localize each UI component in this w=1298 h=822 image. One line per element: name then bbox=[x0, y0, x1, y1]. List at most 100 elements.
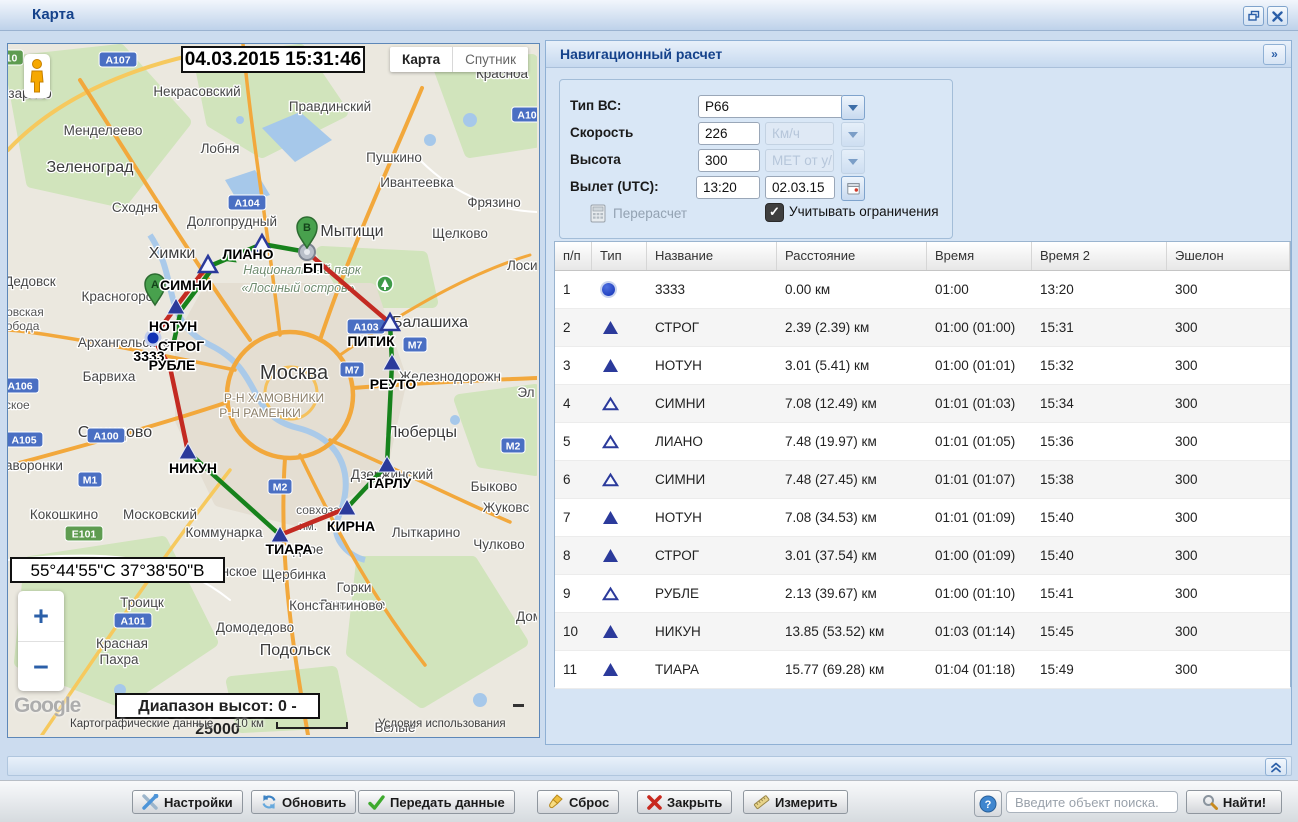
window-title: Карта bbox=[32, 0, 74, 30]
svg-text:Горки: Горки bbox=[337, 580, 372, 595]
aircraft-type-dropdown-icon[interactable] bbox=[841, 95, 865, 120]
svg-text:РУБЛЕ: РУБЛЕ bbox=[149, 357, 196, 373]
svg-text:Эл: Эл bbox=[517, 385, 534, 400]
column-header-0[interactable]: п/п bbox=[555, 242, 592, 270]
table-row[interactable]: 2СТРОГ2.39 (2.39) км01:00 (01:00)15:3130… bbox=[555, 309, 1290, 347]
measure-button[interactable]: Измерить bbox=[743, 790, 848, 814]
table-row[interactable]: 4СИМНИ7.08 (12.49) км01:01 (01:03)15:343… bbox=[555, 385, 1290, 423]
svg-text:М2: М2 bbox=[273, 482, 288, 494]
search-input[interactable] bbox=[1006, 791, 1178, 813]
close-icon[interactable] bbox=[1267, 6, 1288, 26]
svg-text:ТИАРА: ТИАРА bbox=[266, 541, 313, 557]
svg-text:аловская: аловская bbox=[8, 305, 44, 319]
table-row[interactable]: 8СТРОГ3.01 (37.54) км01:00 (01:09)15:403… bbox=[555, 537, 1290, 575]
svg-text:А106: А106 bbox=[8, 381, 33, 393]
speed-label: Скорость bbox=[570, 125, 633, 140]
help-button[interactable]: ? bbox=[974, 790, 1002, 817]
map-type-satellite-button[interactable]: Спутник bbox=[453, 47, 528, 72]
table-row[interactable]: 133330.00 км01:0013:20300 bbox=[555, 271, 1290, 309]
column-header-3[interactable]: Расстояние bbox=[777, 242, 927, 270]
svg-text:ЛИАНО: ЛИАНО bbox=[223, 246, 274, 262]
speed-input[interactable]: 226 bbox=[698, 122, 760, 145]
svg-text:Жуковс: Жуковс bbox=[483, 500, 530, 515]
settings-button[interactable]: Настройки bbox=[132, 790, 243, 814]
map-scale-label: 10 км bbox=[235, 718, 264, 730]
column-header-4[interactable]: Время bbox=[927, 242, 1032, 270]
table-row[interactable]: 7НОТУН7.08 (34.53) км01:01 (01:09)15:403… bbox=[555, 499, 1290, 537]
question-icon: ? bbox=[979, 795, 997, 813]
terms-link[interactable]: Условия использования bbox=[378, 718, 506, 730]
svg-text:Люберцы: Люберцы bbox=[387, 424, 457, 441]
svg-text:А10: А10 bbox=[517, 110, 536, 122]
column-header-1[interactable]: Тип bbox=[592, 242, 647, 270]
waypoint-filled-icon bbox=[602, 320, 619, 335]
svg-text:Красная: Красная bbox=[96, 636, 148, 651]
table-row[interactable]: 6СИМНИ7.48 (27.45) км01:01 (01:07)15:383… bbox=[555, 461, 1290, 499]
svg-text:Пушкино: Пушкино bbox=[366, 150, 422, 165]
map-datetime: 04.03.2015 15:31:46 bbox=[181, 46, 365, 73]
speed-unit-field: Км/ч bbox=[765, 122, 834, 145]
table-row[interactable]: 3НОТУН3.01 (5.41) км01:00 (01:01)15:3230… bbox=[555, 347, 1290, 385]
svg-text:Щелково: Щелково bbox=[432, 226, 488, 241]
zoom-out-button[interactable]: − bbox=[18, 642, 64, 692]
refresh-button[interactable]: Обновить bbox=[251, 790, 356, 814]
table-row[interactable]: 9РУБЛЕ2.13 (39.67) км01:00 (01:10)15:413… bbox=[555, 575, 1290, 613]
expand-strip-icon[interactable] bbox=[1265, 758, 1287, 776]
panel-header: Навигационный расчет » bbox=[546, 41, 1291, 68]
svg-text:Правдинский: Правдинский bbox=[289, 99, 371, 114]
pegman-icon[interactable] bbox=[24, 54, 50, 98]
aircraft-type-combo[interactable]: P66 bbox=[698, 95, 844, 118]
find-button[interactable]: Найти! bbox=[1186, 790, 1282, 814]
altitude-unit-field: МЕТ от у/ bbox=[765, 149, 834, 172]
svg-text:Химки: Химки bbox=[149, 245, 196, 262]
table-row[interactable]: 10НИКУН13.85 (53.52) км01:03 (01:14)15:4… bbox=[555, 613, 1290, 651]
departure-date-input[interactable]: 02.03.15 bbox=[765, 176, 835, 199]
column-header-5[interactable]: Время 2 bbox=[1032, 242, 1167, 270]
svg-text:Коммунарка: Коммунарка bbox=[185, 525, 263, 540]
table-row[interactable]: 11ТИАРА15.77 (69.28) км01:04 (01:18)15:4… bbox=[555, 651, 1290, 689]
map-canvas[interactable]: заровоНекрасовскийПравдинскийКрасноаМенд… bbox=[8, 44, 537, 735]
svg-text:Подольск: Подольск bbox=[260, 642, 332, 659]
map-type-map-button[interactable]: Карта bbox=[390, 47, 453, 72]
send-data-button[interactable]: Передать данные bbox=[358, 790, 515, 814]
svg-text:М7: М7 bbox=[408, 340, 423, 352]
svg-text:Троицк: Троицк bbox=[120, 595, 164, 610]
map-attribution: Картографические данные bbox=[70, 718, 213, 730]
column-header-2[interactable]: Название bbox=[647, 242, 777, 270]
limits-checkbox[interactable]: ✓ bbox=[765, 203, 784, 222]
waypoint-outline-icon bbox=[602, 586, 619, 601]
waypoint-filled-icon bbox=[602, 662, 619, 677]
zoom-in-button[interactable]: + bbox=[18, 591, 64, 642]
altitude-range-box: Диапазон высот: 0 - 25000 bbox=[115, 693, 320, 719]
close-button[interactable]: Закрыть bbox=[637, 790, 732, 814]
svg-text:?: ? bbox=[985, 799, 992, 811]
svg-text:Долгопрудный: Долгопрудный bbox=[187, 214, 277, 229]
calendar-icon[interactable] bbox=[841, 176, 865, 201]
svg-text:Р-Н ХАМОВНИКИ: Р-Н ХАМОВНИКИ bbox=[224, 391, 324, 405]
send-data-button-label: Передать данные bbox=[390, 795, 505, 810]
route-table-header: п/пТипНазваниеРасстояниеВремяВремя 2Эшел… bbox=[555, 242, 1290, 271]
limits-checkbox-label: Учитывать ограничения bbox=[789, 204, 939, 219]
restore-window-icon[interactable] bbox=[1243, 6, 1264, 26]
recalculate-button[interactable]: Перерасчет bbox=[613, 206, 687, 221]
waypoint-filled-icon bbox=[602, 358, 619, 373]
svg-text:Некрасовский: Некрасовский bbox=[153, 84, 240, 99]
svg-text:Е101: Е101 bbox=[72, 529, 97, 541]
bottom-strip bbox=[7, 756, 1292, 776]
svg-text:М1: М1 bbox=[83, 475, 98, 487]
altitude-input[interactable]: 300 bbox=[698, 149, 760, 172]
svg-text:Р-Н РАМЕНКИ: Р-Н РАМЕНКИ bbox=[219, 406, 301, 420]
svg-text:Фрязино: Фрязино bbox=[467, 195, 521, 210]
svg-text:А101: А101 bbox=[120, 616, 145, 628]
range-slider-handle[interactable] bbox=[513, 704, 524, 707]
departure-time-input[interactable]: 13:20 bbox=[696, 176, 760, 199]
aircraft-type-label: Тип ВС: bbox=[570, 98, 621, 113]
table-row[interactable]: 5ЛИАНО7.48 (19.97) км01:01 (01:05)15:363… bbox=[555, 423, 1290, 461]
altitude-label: Высота bbox=[570, 152, 621, 167]
brush-icon bbox=[547, 794, 564, 810]
collapse-panel-icon[interactable]: » bbox=[1263, 44, 1286, 65]
svg-text:Щербинка: Щербинка bbox=[262, 567, 327, 582]
reset-button[interactable]: Сброс bbox=[537, 790, 619, 814]
google-logo: Google bbox=[14, 694, 80, 718]
column-header-6[interactable]: Эшелон bbox=[1167, 242, 1290, 270]
